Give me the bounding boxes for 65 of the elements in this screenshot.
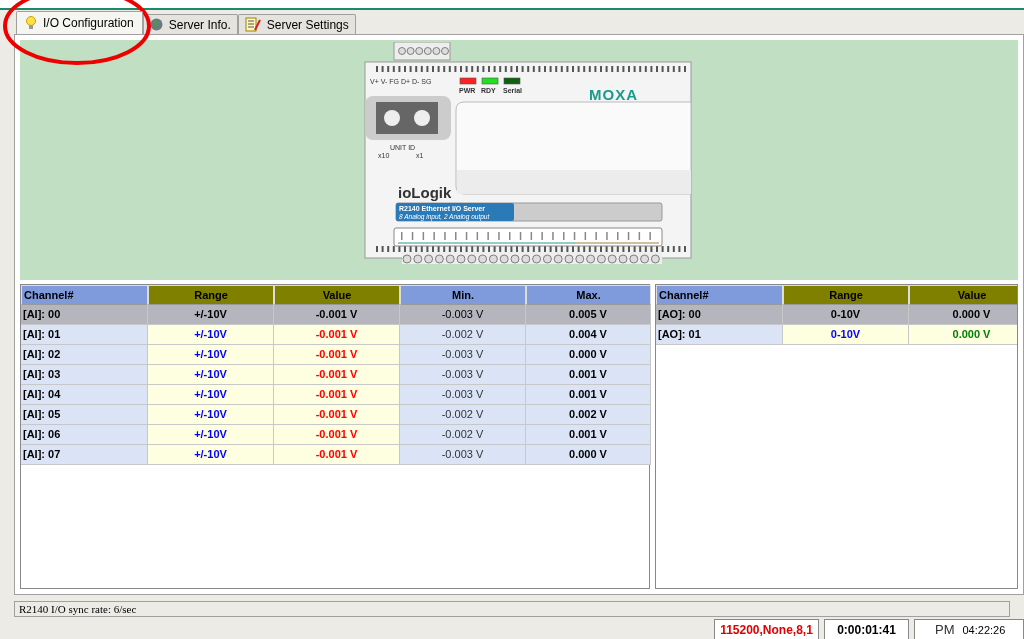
table-cell: +/-10V — [148, 325, 274, 345]
globe-icon — [149, 18, 163, 31]
table-cell: 0.001 V — [526, 385, 651, 405]
settings-icon — [244, 17, 261, 32]
table-cell: [AO]: 01 — [656, 325, 783, 345]
column-header[interactable]: Channel# — [21, 285, 148, 305]
table-cell: 0.001 V — [526, 365, 651, 385]
status-text: R2140 I/O sync rate: 6/sec — [19, 601, 137, 617]
serial-settings-text: 115200,None,8,1 — [720, 622, 813, 639]
table-cell: 0.004 V — [526, 325, 651, 345]
table-cell: -0.003 V — [400, 445, 526, 465]
tab[interactable]: Server Info. — [142, 14, 238, 34]
table-cell: [AI]: 07 — [21, 445, 148, 465]
table-cell: [AI]: 00 — [21, 305, 148, 325]
table-cell: -0.002 V — [400, 325, 526, 345]
column-header[interactable]: Value — [274, 285, 400, 305]
table-cell: 0.001 V — [526, 425, 651, 445]
table-cell: +/-10V — [148, 365, 274, 385]
table-cell: 0.000 V — [909, 325, 1017, 345]
table-cell: 0-10V — [783, 305, 909, 325]
table-cell: -0.001 V — [274, 345, 400, 365]
elapsed-time: 0:00:01:41 — [837, 622, 896, 639]
table-cell: [AI]: 03 — [21, 365, 148, 385]
column-header[interactable]: Channel# — [656, 285, 783, 305]
column-header[interactable]: Min. — [400, 285, 526, 305]
table-cell: [AI]: 02 — [21, 345, 148, 365]
table-cell: +/-10V — [148, 445, 274, 465]
table-cell: +/-10V — [148, 385, 274, 405]
column-header[interactable]: Max. — [526, 285, 651, 305]
table-cell: -0.001 V — [274, 365, 400, 385]
table-cell: -0.003 V — [400, 385, 526, 405]
am-pm-text: PM — [935, 621, 955, 639]
table-cell: -0.001 V — [274, 425, 400, 445]
table-cell: +/-10V — [148, 405, 274, 425]
column-header[interactable]: Range — [783, 285, 909, 305]
table-cell: -0.001 V — [274, 405, 400, 425]
table-cell: +/-10V — [148, 425, 274, 445]
table-cell: -0.001 V — [274, 385, 400, 405]
table-cell: 0.005 V — [526, 305, 651, 325]
table-cell: -0.002 V — [400, 425, 526, 445]
table-cell: -0.001 V — [274, 305, 400, 325]
table-cell: -0.003 V — [400, 345, 526, 365]
bulb-icon — [25, 16, 37, 30]
table-cell: +/-10V — [148, 345, 274, 365]
table-cell: -0.001 V — [274, 445, 400, 465]
tab[interactable]: I/O Configuration — [16, 11, 143, 34]
table-cell: [AI]: 06 — [21, 425, 148, 445]
column-header[interactable]: Value — [909, 285, 1017, 305]
table-cell: 0-10V — [783, 325, 909, 345]
table-cell: -0.001 V — [274, 325, 400, 345]
column-header[interactable]: Range — [148, 285, 274, 305]
table-cell: [AI]: 04 — [21, 385, 148, 405]
table-cell: +/-10V — [148, 305, 274, 325]
table-cell: [AO]: 00 — [656, 305, 783, 325]
table-cell: -0.003 V — [400, 365, 526, 385]
table-cell: 0.000 V — [909, 305, 1017, 325]
tab[interactable]: Server Settings — [237, 14, 356, 34]
table-cell: -0.002 V — [400, 405, 526, 425]
clock-time: 04:22:26 — [962, 622, 1006, 638]
table-cell: -0.003 V — [400, 305, 526, 325]
table-cell: 0.000 V — [526, 345, 651, 365]
table-cell: [AI]: 05 — [21, 405, 148, 425]
table-cell: 0.000 V — [526, 445, 651, 465]
table-cell: 0.002 V — [526, 405, 651, 425]
table-cell: [AI]: 01 — [21, 325, 148, 345]
